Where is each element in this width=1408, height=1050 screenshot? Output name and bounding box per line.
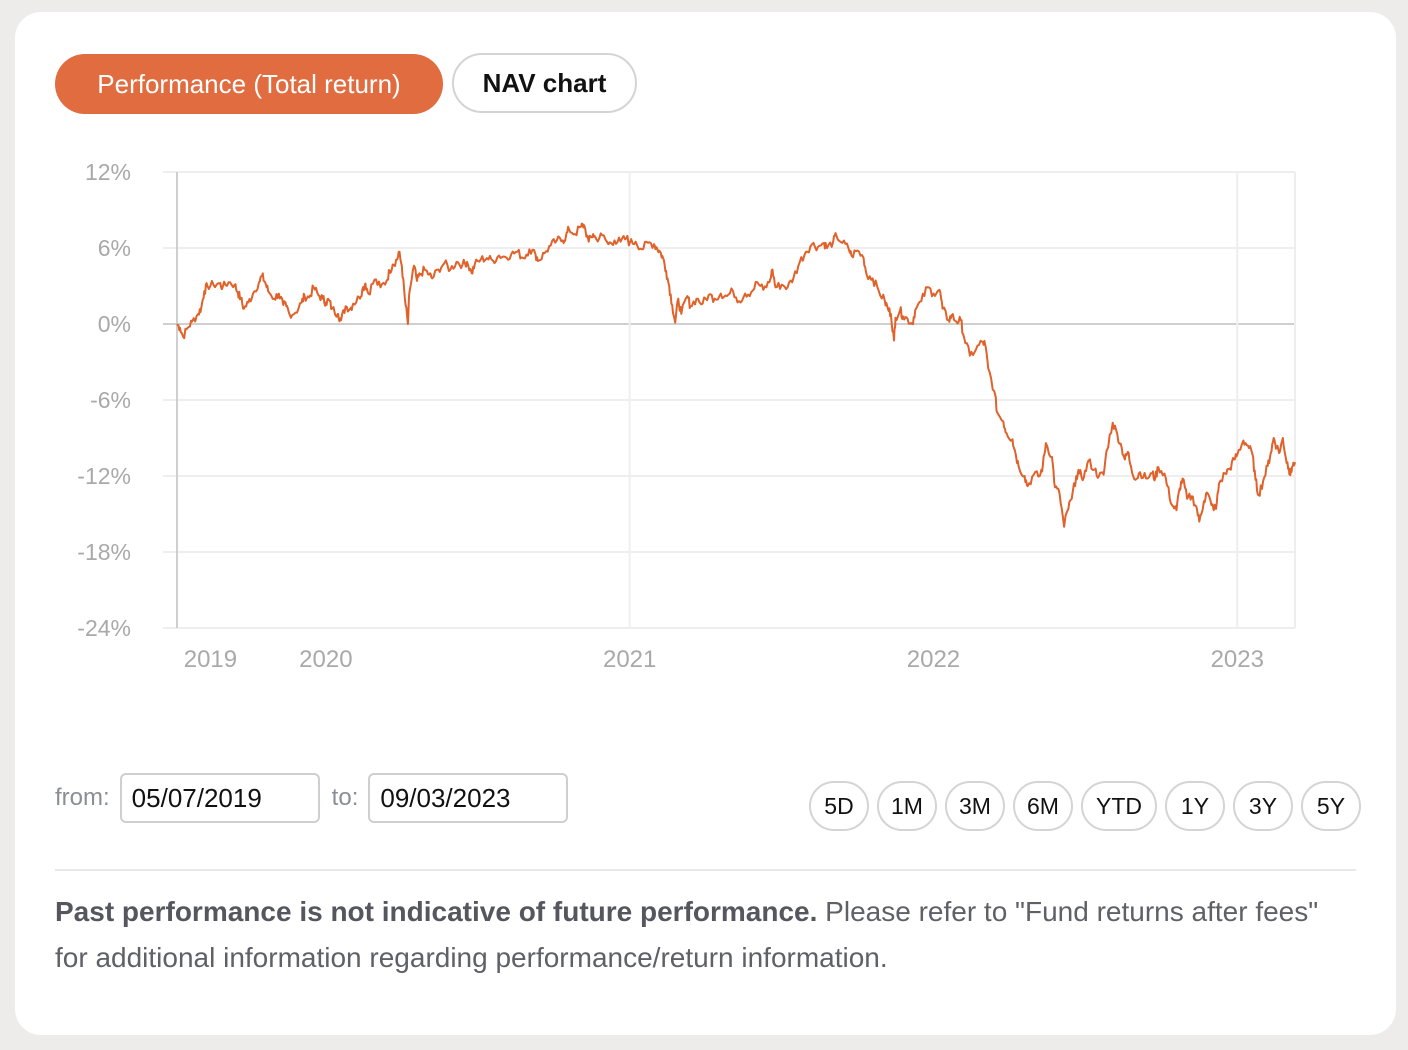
to-label: to: (331, 784, 359, 811)
x-tick-label: 2020 (299, 646, 352, 673)
chart-grid (163, 171, 1296, 629)
performance-chart: 12%6%0%-6%-12%-18%-24% 2019 2020 2021 2022 2… (77, 159, 1296, 673)
period-button-5d[interactable]: 5D (809, 781, 869, 831)
y-tick-label: 0% (98, 311, 131, 337)
x-axis: 2019 2020 2021 2022 2023 (184, 646, 1264, 673)
x-tick-label: 2023 (1211, 646, 1264, 673)
y-tick-label: -6% (90, 387, 131, 413)
y-tick-label: 6% (98, 235, 131, 261)
from-label: from: (55, 784, 110, 811)
period-button-ytd[interactable]: YTD (1081, 781, 1157, 831)
x-tick-label: 2021 (603, 646, 656, 673)
period-button-6m[interactable]: 6M (1013, 781, 1073, 831)
disclaimer-bold: Past performance is not indicative of fu… (55, 896, 818, 927)
period-button-3m[interactable]: 3M (945, 781, 1005, 831)
y-tick-label: 12% (85, 159, 131, 185)
series-line-total-return (176, 222, 1296, 528)
period-button-1y[interactable]: 1Y (1165, 781, 1225, 831)
y-axis: 12% 6% 0% -6% -12% -18% -24% (77, 159, 131, 641)
divider (55, 869, 1356, 871)
x-tick-label: 2022 (907, 646, 960, 673)
to-date-input[interactable] (368, 773, 569, 823)
y-tick-label: -18% (77, 539, 131, 565)
from-date-input[interactable] (119, 773, 320, 823)
disclaimer: Past performance is not indicative of fu… (55, 889, 1355, 981)
y-tick-label: -12% (77, 463, 131, 489)
x-tick-label: 2019 (184, 646, 237, 673)
period-buttons: 5D 1M 3M 6M YTD 1Y 3Y 5Y (809, 781, 1361, 831)
period-button-1m[interactable]: 1M (877, 781, 937, 831)
y-tick-label: -24% (77, 615, 131, 641)
period-button-5y[interactable]: 5Y (1301, 781, 1361, 831)
period-button-3y[interactable]: 3Y (1233, 781, 1293, 831)
date-range: from: to: (55, 773, 569, 823)
